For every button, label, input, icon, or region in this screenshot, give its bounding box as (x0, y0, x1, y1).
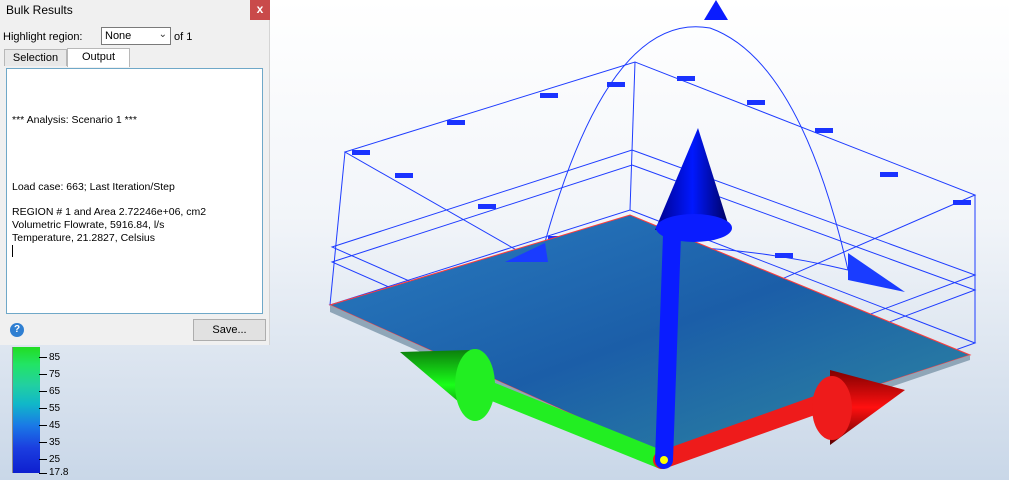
legend-tick-label: 35 (49, 437, 61, 448)
legend-tick-line (39, 459, 47, 460)
temperature-plate (328, 214, 972, 456)
dropdown-arrow-icon: ⌄ (158, 29, 167, 40)
legend-tick-line (39, 425, 47, 426)
tab-selection[interactable]: Selection (4, 49, 67, 66)
legend-tick-line (39, 391, 47, 392)
legend-tick-label: 75 (49, 369, 61, 380)
panel-title: Bulk Results (6, 3, 73, 17)
text-caret (12, 245, 13, 257)
highlight-region-label: Highlight region: (3, 31, 83, 43)
legend-tick-label: 17.8 (49, 467, 69, 478)
output-line-load-case: Load case: 663; Last Iteration/Step (12, 181, 175, 193)
legend-tick-line (39, 442, 47, 443)
highlight-region-value: None (105, 30, 132, 42)
close-icon[interactable]: x (250, 0, 270, 20)
legend-tick-label: 25 (49, 454, 61, 465)
output-text-area[interactable]: *** Analysis: Scenario 1 *** Load case: … (6, 68, 263, 314)
tab-output[interactable]: Output (67, 48, 130, 67)
highlight-region-count: of 1 (174, 31, 193, 43)
legend-tick-label: 85 (49, 352, 61, 363)
legend-tick-label: 65 (49, 386, 61, 397)
legend-tick-line (39, 408, 47, 409)
legend-color-bar (12, 347, 40, 473)
panel-titlebar[interactable]: Bulk Results x (0, 0, 270, 20)
legend-tick-line (39, 374, 47, 375)
highlight-region-select[interactable]: None ⌄ (101, 27, 171, 45)
output-line-temperature: Temperature, 21.2827, Celsius (12, 232, 155, 244)
color-legend: 85 75 65 55 45 35 25 17.8 (12, 347, 72, 478)
bulk-results-panel: Bulk Results x Highlight region: None ⌄ … (0, 0, 270, 345)
tab-bar: Selection Output (4, 48, 266, 67)
save-button[interactable]: Save... (193, 319, 266, 341)
output-line-region: REGION # 1 and Area 2.72246e+06, cm2 (12, 206, 207, 218)
output-line-flowrate: Volumetric Flowrate, 5916.84, l/s (12, 219, 165, 231)
legend-tick-line (39, 473, 47, 474)
legend-tick-label: 55 (49, 403, 61, 414)
legend-tick-label: 45 (49, 420, 61, 431)
output-line-analysis: *** Analysis: Scenario 1 *** (12, 114, 137, 126)
help-icon[interactable]: ? (10, 323, 24, 337)
legend-tick-line (39, 357, 47, 358)
